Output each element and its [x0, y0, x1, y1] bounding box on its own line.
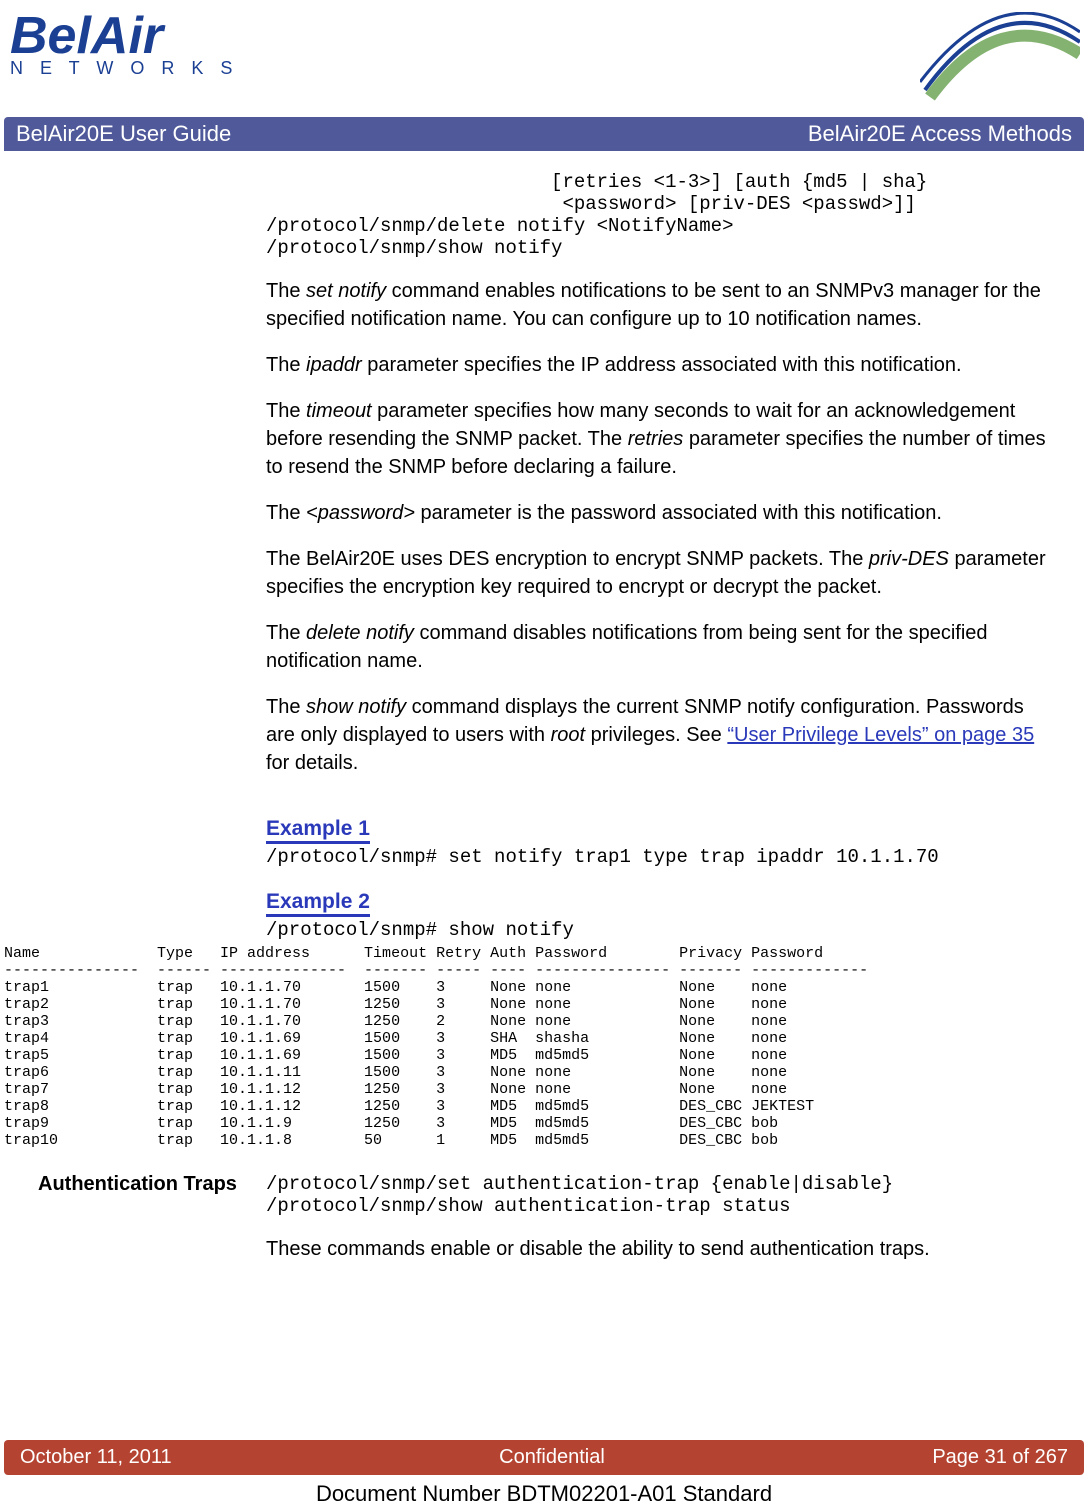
- footer-bar: October 11, 2011 Confidential Page 31 of…: [4, 1440, 1084, 1475]
- notify-table: Name Type IP address Timeout Retry Auth …: [4, 945, 1058, 1149]
- paragraph-timeout: The timeout parameter specifies how many…: [266, 397, 1058, 481]
- footer-date: October 11, 2011: [20, 1446, 172, 1469]
- user-privilege-link[interactable]: “User Privilege Levels” on page 35: [727, 724, 1034, 746]
- footer-page: Page 31 of 267: [932, 1446, 1068, 1469]
- paragraph-show-notify: The show notify command displays the cur…: [266, 693, 1058, 777]
- page-header: BelAir N E T W O R K S: [0, 0, 1088, 117]
- banner-left: BelAir20E User Guide: [16, 121, 231, 147]
- paragraph-ipaddr: The ipaddr parameter specifies the IP ad…: [266, 351, 1058, 379]
- paragraph-set-notify: The set notify command enables notificat…: [266, 277, 1058, 333]
- footer-confidential: Confidential: [499, 1446, 605, 1469]
- example1-heading: Example 1: [266, 817, 370, 844]
- example2-code: /protocol/snmp# show notify: [266, 919, 1058, 941]
- swoosh-icon: [920, 12, 1080, 107]
- auth-trap-text: These commands enable or disable the abi…: [266, 1235, 1058, 1263]
- example1-code: /protocol/snmp# set notify trap1 type tr…: [266, 846, 1058, 868]
- example2-heading: Example 2: [266, 890, 370, 917]
- belair-logo: BelAir N E T W O R K S: [10, 12, 238, 79]
- section-heading-auth-traps: Authentication Traps: [38, 1173, 237, 1196]
- paragraph-delete-notify: The delete notify command disables notif…: [266, 619, 1058, 675]
- code-block-top: [retries <1-3>] [auth {md5 | sha} <passw…: [266, 171, 1058, 259]
- title-banner: BelAir20E User Guide BelAir20E Access Me…: [4, 117, 1084, 151]
- banner-right: BelAir20E Access Methods: [808, 121, 1072, 147]
- paragraph-privdes: The BelAir20E uses DES encryption to enc…: [266, 545, 1058, 601]
- auth-trap-code: /protocol/snmp/set authentication-trap {…: [266, 1173, 1058, 1217]
- paragraph-password: The <password> parameter is the password…: [266, 499, 1058, 527]
- document-number: Document Number BDTM02201-A01 Standard: [0, 1481, 1088, 1507]
- logo-wordmark: BelAir: [10, 12, 163, 60]
- logo-subtext: N E T W O R K S: [10, 58, 238, 79]
